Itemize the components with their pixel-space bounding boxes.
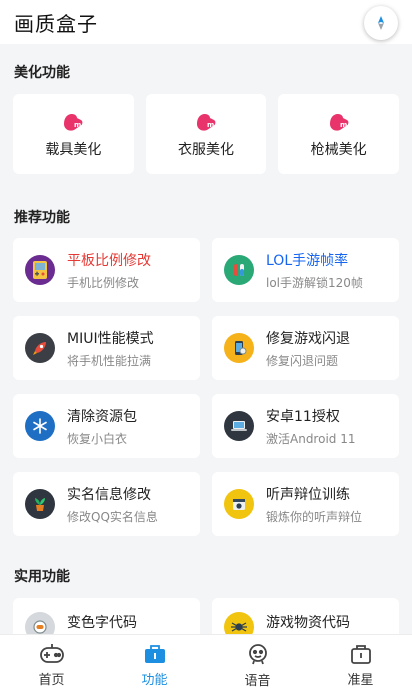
compass-icon [378, 16, 384, 30]
feature-subtitle: 锻炼你的听声辩位 [266, 509, 363, 524]
feature-title: 游戏物资代码 [266, 615, 350, 631]
beautify-label: 载具美化 [45, 142, 102, 158]
svg-text:m: m [207, 121, 214, 129]
toolbox-icon [144, 644, 165, 663]
feature-card-realname[interactable]: 实名信息修改 修改QQ实名信息 [13, 472, 200, 536]
gameboy-icon [25, 255, 55, 285]
brush-m-icon: m [329, 114, 349, 131]
beautify-label: 枪械美化 [310, 142, 367, 158]
feature-card-clear-resource[interactable]: 清除资源包 恢复小白衣 [13, 394, 200, 458]
feature-title: 平板比例修改 [67, 252, 151, 269]
compass-button[interactable] [364, 6, 398, 40]
beautify-label: 衣服美化 [178, 142, 234, 158]
nav-item-crosshair[interactable]: 准星 [309, 635, 412, 695]
feature-card-lol-fps[interactable]: LOL手游帧率 lol手游解锁120帧 [212, 238, 399, 302]
section-title-recommend: 推荐功能 [14, 210, 70, 226]
nav-item-voice[interactable]: 语音 [206, 635, 309, 695]
gamepad-icon [39, 643, 64, 663]
plant-pot-icon [25, 489, 55, 519]
feature-card-android11[interactable]: 安卓11授权 激活Android 11 [212, 394, 399, 458]
feature-title: 变色字代码 [67, 615, 137, 631]
section-title-utility: 实用功能 [14, 569, 70, 585]
app-title: 画质盒子 [14, 11, 98, 36]
feature-card-fix-crash[interactable]: 修复游戏闪退 修复闪退问题 [212, 316, 399, 380]
feature-title: 清除资源包 [67, 408, 137, 425]
beautify-card-vehicle[interactable]: m 载具美化 [13, 94, 134, 174]
nav-item-home[interactable]: 首页 [0, 635, 103, 695]
section-title-beautify: 美化功能 [14, 65, 70, 81]
svg-text:m: m [340, 121, 347, 129]
feature-title: 修复游戏闪退 [266, 330, 350, 347]
feature-title: 听声辩位训练 [266, 486, 350, 503]
rocket-icon [25, 333, 55, 363]
feature-card-miui-performance[interactable]: MIUI性能模式 将手机性能拉满 [13, 316, 200, 380]
robot-face-icon [248, 643, 267, 664]
snowflake-icon [25, 411, 55, 441]
feature-subtitle: lol手游解锁120帧 [266, 275, 363, 290]
nav-label: 准星 [347, 672, 374, 688]
bottom-navigation: 首页 功能 语音 准星 [0, 634, 412, 695]
nav-item-features[interactable]: 功能 [103, 635, 206, 695]
camera-icon [224, 489, 254, 519]
feature-card-sound-training[interactable]: 听声辩位训练 锻炼你的听声辩位 [212, 472, 399, 536]
brush-m-icon: m [64, 114, 83, 131]
recommend-grid: 平板比例修改 手机比例修改 LOL手游帧率 lol手游解锁120帧 MIUI性能… [13, 238, 399, 536]
beautify-list: m 载具美化 m 衣服美化 m 枪械美化 [13, 94, 400, 174]
beautify-card-clothes[interactable]: m 衣服美化 [145, 94, 267, 174]
svg-text:m: m [74, 121, 81, 129]
beautify-card-weapon[interactable]: m 枪械美化 [278, 94, 400, 174]
feature-subtitle: 将手机性能拉满 [67, 353, 152, 368]
feature-title: MIUI性能模式 [67, 330, 154, 347]
feature-subtitle: 修复闪退问题 [266, 353, 339, 368]
feature-subtitle: 恢复小白衣 [67, 431, 128, 446]
phone-settings-icon [224, 333, 254, 363]
nav-label: 功能 [141, 672, 168, 688]
feature-title: LOL手游帧率 [266, 252, 349, 269]
nav-label: 语音 [244, 673, 271, 689]
feature-title: 安卓11授权 [266, 408, 340, 425]
top-bar: 画质盒子 [0, 0, 412, 44]
feature-title: 实名信息修改 [67, 486, 151, 503]
briefcase-icon [350, 644, 371, 664]
feature-subtitle: 手机比例修改 [67, 275, 140, 290]
nav-label: 首页 [38, 672, 65, 688]
laptop-icon [224, 411, 254, 441]
feature-subtitle: 激活Android 11 [266, 431, 356, 446]
feature-card-tablet-ratio[interactable]: 平板比例修改 手机比例修改 [13, 238, 200, 302]
brush-m-icon: m [197, 114, 216, 131]
feature-subtitle: 修改QQ实名信息 [67, 509, 158, 524]
test-tube-icon [224, 255, 254, 285]
